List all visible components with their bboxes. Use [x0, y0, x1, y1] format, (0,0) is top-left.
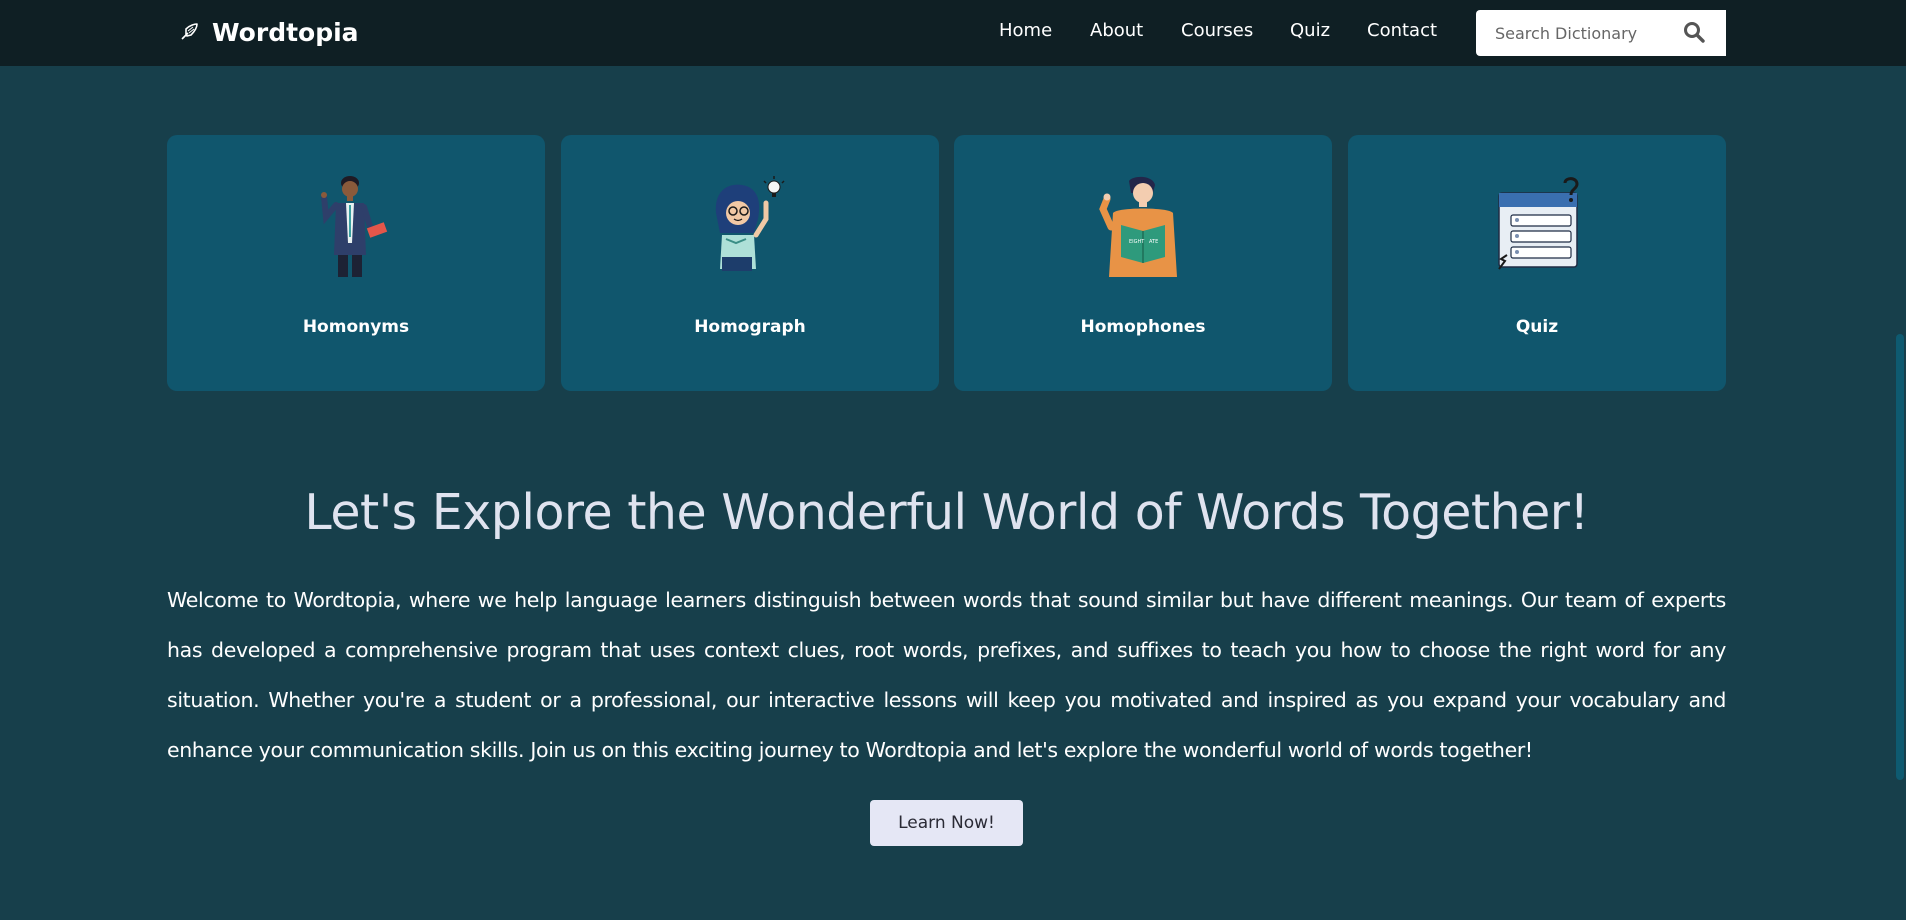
- card-title: Quiz: [1515, 317, 1559, 337]
- nav-link-home[interactable]: Home: [999, 20, 1052, 41]
- card-quiz[interactable]: Quiz: [1348, 135, 1726, 391]
- idea-student-illustration-icon: [715, 176, 785, 271]
- quill-logo-icon: [181, 23, 198, 40]
- reading-student-illustration-icon: EIGHT ATE: [1099, 176, 1177, 277]
- card-homonyms[interactable]: Homonyms: [167, 135, 545, 391]
- nav-link-contact[interactable]: Contact: [1367, 20, 1437, 41]
- scrollbar-thumb[interactable]: [1896, 334, 1904, 780]
- card-title: Homophones: [1080, 317, 1206, 337]
- learn-now-button[interactable]: Learn Now!: [870, 800, 1023, 846]
- nav-link-about[interactable]: About: [1090, 20, 1143, 41]
- nav-link-quiz[interactable]: Quiz: [1290, 20, 1330, 41]
- card-homophones[interactable]: EIGHT ATE Homophones: [954, 135, 1332, 391]
- search-input[interactable]: [1476, 11, 1666, 55]
- card-title: Homonyms: [302, 317, 410, 337]
- nav-link-courses[interactable]: Courses: [1181, 20, 1253, 41]
- teacher-illustration-icon: [321, 176, 388, 277]
- card-title: Homograph: [694, 317, 806, 337]
- search-icon: [1684, 22, 1705, 43]
- book-word-left: EIGHT: [1129, 239, 1145, 245]
- search-button[interactable]: [1682, 21, 1706, 45]
- card-homograph[interactable]: Homograph: [561, 135, 939, 391]
- search-box: [1476, 10, 1726, 56]
- brand[interactable]: Wordtopia: [178, 14, 359, 50]
- quiz-form-illustration-icon: [1498, 177, 1579, 270]
- book-word-right: ATE: [1149, 239, 1158, 245]
- hero-headline: Let's Explore the Wonderful World of Wor…: [304, 484, 1589, 541]
- brand-name: Wordtopia: [212, 17, 359, 47]
- page-scrollbar[interactable]: [1894, 66, 1906, 920]
- hero-intro-paragraph: Welcome to Wordtopia, where we help lang…: [167, 588, 1726, 762]
- top-navbar: Wordtopia Home About Courses Quiz Contac…: [0, 0, 1906, 66]
